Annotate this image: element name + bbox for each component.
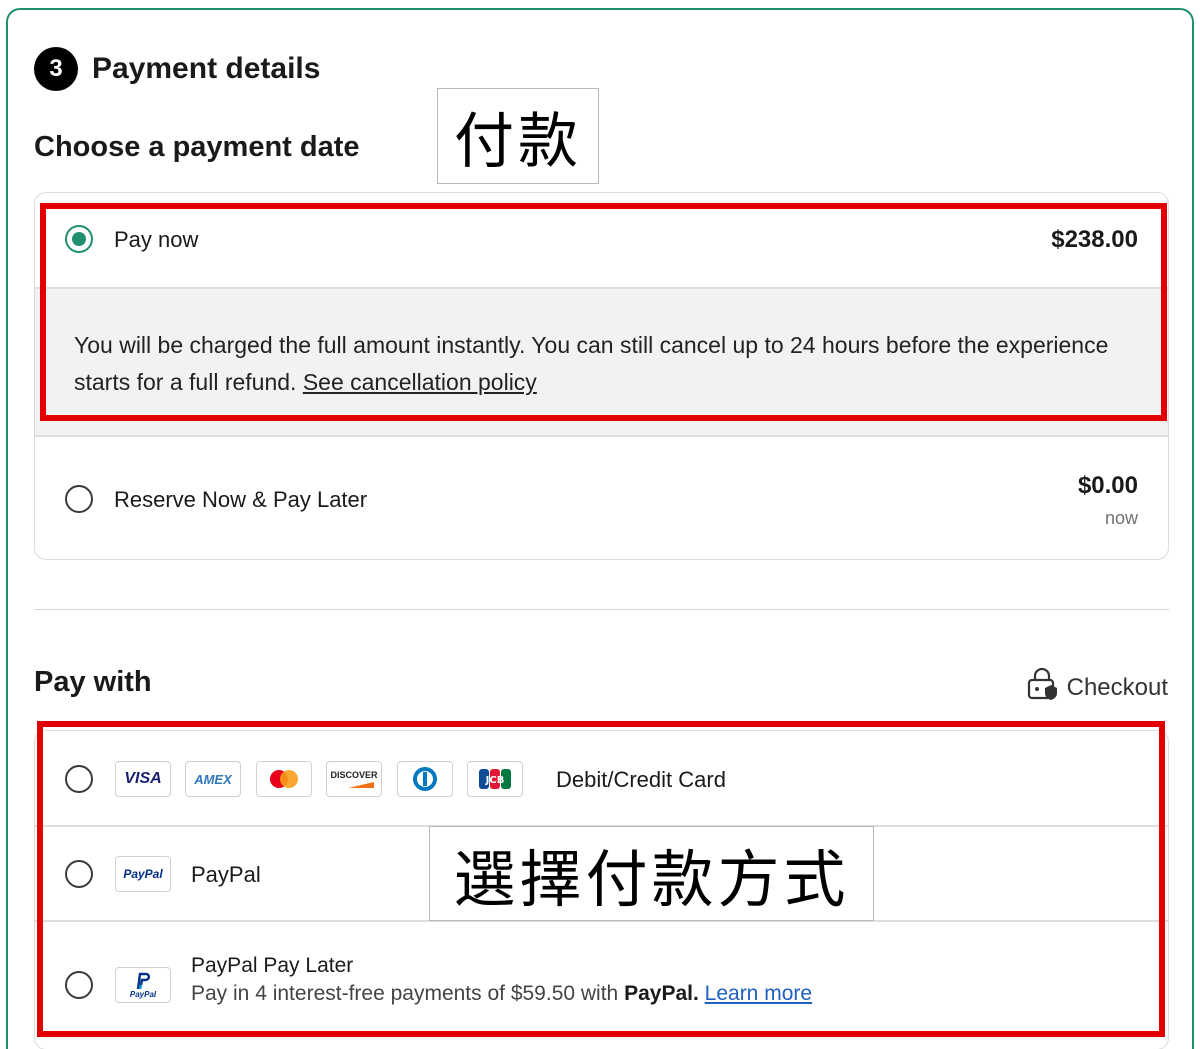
paypal-logo: PayPal: [115, 856, 171, 892]
reserve-later-radio[interactable]: [65, 485, 93, 513]
method-card[interactable]: VISA AMEX DISCOVER JCB Debit/Credit Card: [35, 731, 1168, 827]
diners-club-logo: [397, 761, 453, 797]
card-method-label: Debit/Credit Card: [556, 767, 726, 792]
annotation-payment-label: 付款: [437, 88, 599, 184]
paypal-radio[interactable]: [65, 860, 93, 888]
svg-text:JCB: JCB: [485, 775, 505, 786]
pay-now-radio[interactable]: [65, 225, 93, 253]
paypal-pay-later-description: Pay in 4 interest-free payments of $59.5…: [191, 982, 813, 1005]
amex-logo: AMEX: [185, 761, 241, 797]
card-radio[interactable]: [65, 765, 93, 793]
cancellation-policy-link[interactable]: See cancellation policy: [303, 369, 537, 395]
paypal-p-icon: [136, 972, 151, 989]
method-paypal-pay-later[interactable]: PayPal PayPal Pay Later Pay in 4 interes…: [35, 922, 1168, 1049]
step-number-badge: 3: [34, 47, 78, 91]
paypal-pay-later-logo-text: PayPal: [129, 989, 157, 999]
charge-info: You will be charged the full amount inst…: [74, 332, 1109, 395]
pay-now-info-text: You will be charged the full amount inst…: [74, 327, 1124, 401]
paypal-method-label: PayPal: [191, 862, 261, 887]
section-title: Payment details: [92, 52, 321, 85]
pay-now-details: You will be charged the full amount inst…: [35, 287, 1168, 437]
section-divider: [34, 609, 1169, 610]
annotation-choose-method-label: 選擇付款方式: [429, 826, 874, 921]
paypal-pay-later-logo: PayPal: [115, 967, 171, 1003]
reserve-later-option[interactable]: Reserve Now & Pay Later $0.00 now: [35, 437, 1168, 559]
pay-now-label: Pay now: [114, 227, 199, 252]
visa-logo: VISA: [115, 761, 171, 797]
jcb-logo: JCB: [467, 761, 523, 797]
paypal-pay-later-label: PayPal Pay Later: [191, 954, 354, 977]
reserve-later-label: Reserve Now & Pay Later: [114, 487, 368, 512]
learn-more-link[interactable]: Learn more: [705, 982, 812, 1005]
checkout-label: Checkout: [1066, 673, 1168, 701]
mastercard-logo: [256, 761, 312, 797]
pay-with-heading: Pay with: [34, 666, 152, 698]
discover-logo: DISCOVER: [326, 761, 382, 797]
paypal-brand: PayPal.: [624, 982, 699, 1005]
reserve-later-price-sub: now: [1104, 508, 1138, 528]
pay-now-price: $238.00: [1051, 226, 1138, 253]
payment-date-heading: Choose a payment date: [34, 131, 360, 163]
secure-checkout: Checkout: [1025, 667, 1168, 708]
pay-now-option[interactable]: Pay now $238.00: [35, 193, 1168, 287]
lock-icon: [1025, 667, 1059, 708]
reserve-later-price: $0.00: [1077, 472, 1138, 499]
payment-date-options: Pay now $238.00 You will be charged the …: [34, 192, 1169, 560]
paypal-pay-later-radio[interactable]: [65, 971, 93, 999]
